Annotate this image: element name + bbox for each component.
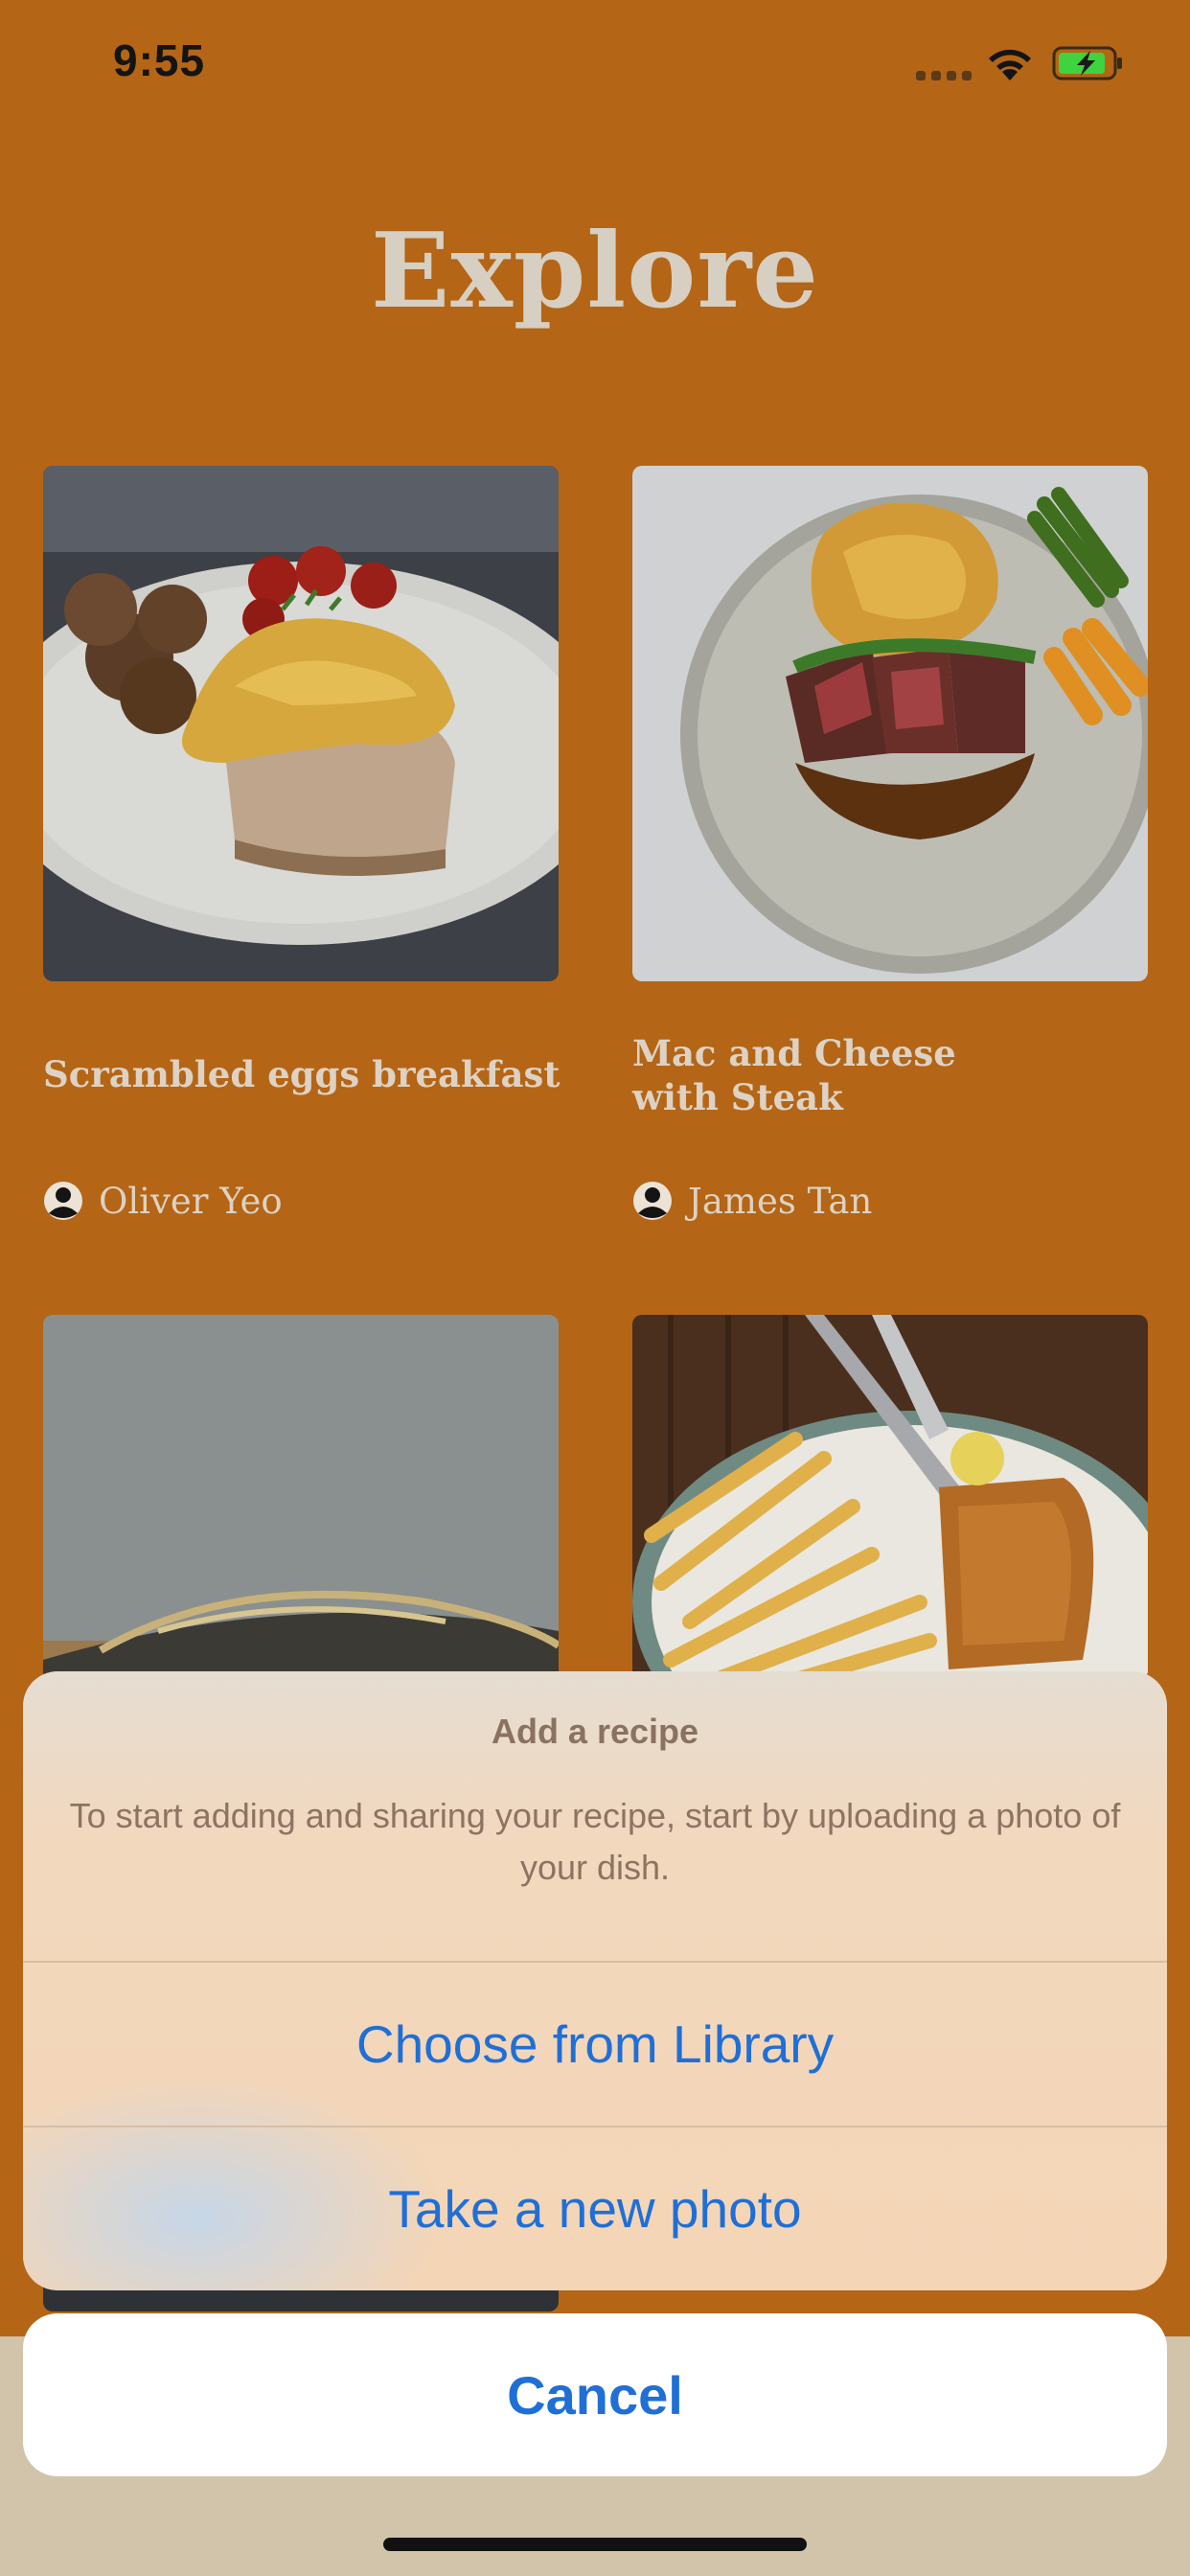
action-sheet-header: Add a recipe To start adding and sharing…: [23, 1671, 1167, 1961]
home-indicator[interactable]: [383, 2538, 807, 2551]
recipe-photo-fries-schnitzel[interactable]: [632, 1315, 1148, 1698]
action-sheet: Add a recipe To start adding and sharing…: [23, 1671, 1167, 2290]
battery-charging-icon: [1052, 46, 1122, 80]
wifi-icon: [989, 49, 1031, 80]
recipe-author[interactable]: Oliver Yeo: [43, 1179, 283, 1223]
page-title: Explore: [371, 211, 819, 332]
recipe-title[interactable]: Mac and Cheese with Steak: [632, 1031, 1169, 1119]
recipe-card[interactable]: Scrambled eggs breakfast Oliver Yeo: [43, 466, 560, 1222]
cancel-button[interactable]: Cancel: [23, 2313, 1167, 2476]
recipe-author[interactable]: James Tan: [632, 1179, 872, 1223]
recipe-photo-scrambled-eggs[interactable]: [43, 466, 559, 981]
recipe-photo-mac-and-cheese-steak[interactable]: [632, 466, 1148, 981]
author-name: Oliver Yeo: [99, 1180, 283, 1222]
status-time: 9:55: [113, 35, 206, 85]
user-avatar-icon: [44, 1182, 82, 1220]
action-sheet-message: To start adding and sharing your recipe,…: [69, 1796, 1121, 1887]
recipe-title[interactable]: Scrambled eggs breakfast: [43, 1052, 580, 1096]
cellular-signal-icon: [916, 67, 972, 80]
recipe-card[interactable]: [632, 1315, 1148, 1698]
choose-from-library-button[interactable]: Choose from Library: [23, 1963, 1167, 2126]
action-sheet-title: Add a recipe: [491, 1712, 699, 1751]
take-new-photo-button[interactable]: Take a new photo: [23, 2128, 1167, 2290]
user-avatar-icon: [633, 1182, 672, 1220]
recipe-card[interactable]: Mac and Cheese with Steak James Tan: [632, 466, 1148, 1222]
author-name: James Tan: [688, 1180, 873, 1222]
